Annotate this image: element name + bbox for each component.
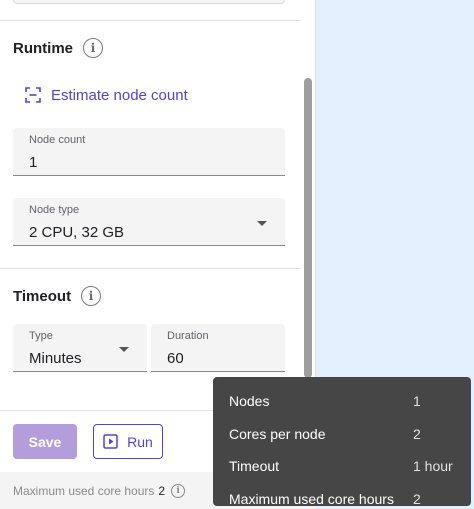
duration-label: Duration [167,330,209,342]
tooltip-row: Maximum used core hours 2 [229,483,455,509]
divider [0,268,301,269]
tooltip-row: Cores per node 2 [229,418,455,451]
previous-field[interactable] [13,0,285,4]
node-type-label: Node type [29,204,80,216]
timeout-section-title: Timeout i [13,286,102,306]
tooltip-value: 1 hour [413,458,453,475]
tooltip-key: Cores per node [229,425,326,442]
node-count-value[interactable]: 1 [29,154,37,171]
scrollbar[interactable] [304,78,312,378]
tooltip-value: 2 [413,490,421,507]
duration-value[interactable]: 60 [167,350,184,367]
core-hours-label: Maximum used core hours [13,483,155,498]
timeout-type-label: Type [29,330,53,342]
info-icon[interactable]: i [81,286,102,306]
play-icon [103,434,118,449]
timeout-type-select[interactable]: Type Minutes [13,324,147,372]
tooltip-key: Timeout [229,458,280,475]
runtime-title: Runtime [13,39,73,57]
node-count-label: Node count [29,134,86,146]
tooltip-key: Nodes [229,393,270,410]
run-button[interactable]: Run [93,424,163,459]
node-type-select[interactable]: Node type 2 CPU, 32 GB [13,198,285,246]
core-hours-tooltip: Nodes 1 Cores per node 2 Timeout 1 hour … [213,377,471,509]
divider [0,20,301,21]
duration-field[interactable]: Duration 60 [151,324,285,372]
dropdown-arrow-icon [257,221,267,226]
info-icon[interactable]: i [171,483,186,498]
timeout-type-value: Minutes [29,350,82,367]
save-button[interactable]: Save [13,424,77,459]
dropdown-arrow-icon [119,347,129,352]
scan-icon [25,87,41,103]
tooltip-value: 2 [413,425,421,442]
tooltip-value: 1 [413,393,421,410]
tooltip-key: Maximum used core hours [229,490,394,507]
node-count-field[interactable]: Node count 1 [13,128,285,176]
estimate-label: Estimate node count [51,86,188,104]
estimate-node-count-button[interactable]: Estimate node count [24,84,188,106]
node-type-value: 2 CPU, 32 GB [29,224,125,241]
tooltip-row: Nodes 1 [229,385,455,418]
info-icon[interactable]: i [83,38,103,58]
core-hours-value: 2 [158,483,166,498]
run-label: Run [127,433,153,450]
timeout-title: Timeout [13,287,72,305]
runtime-section-title: Runtime i [13,38,103,58]
tooltip-row: Timeout 1 hour [229,450,455,483]
